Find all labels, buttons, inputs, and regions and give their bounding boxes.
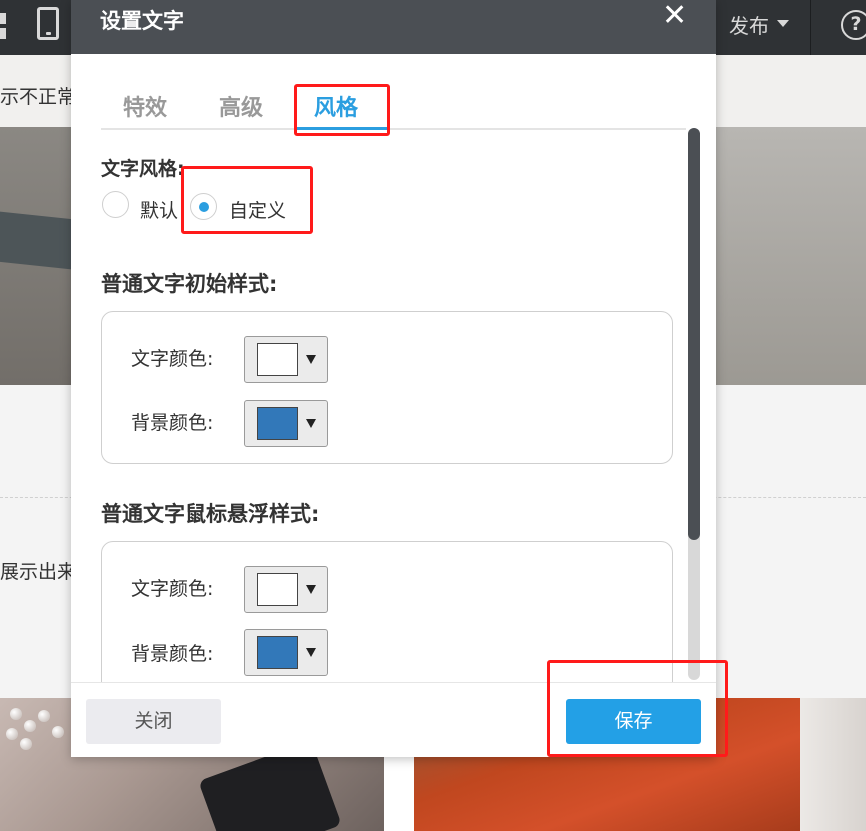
tab-advanced[interactable]: 高级 [219, 90, 263, 122]
settings-tabs: 特效 高级 风格 [101, 54, 686, 130]
dialog-title: 设置文字 [100, 9, 184, 33]
radio-custom-label[interactable]: 自定义 [229, 196, 286, 223]
close-button[interactable]: 关闭 [86, 699, 221, 744]
text-color-picker[interactable] [244, 336, 328, 383]
hover-style-title: 普通文字鼠标悬浮样式: [101, 502, 320, 526]
help-icon[interactable]: ? [841, 10, 866, 40]
tab-style[interactable]: 风格 [314, 90, 358, 122]
content-text: 展示出来 [0, 561, 77, 583]
text-color-label: 文字颜色: [131, 348, 214, 370]
topbar-divider [810, 0, 811, 55]
color-swatch [257, 407, 298, 440]
text-style-label: 文字风格: [101, 158, 185, 180]
hover-bg-color-picker[interactable] [244, 629, 328, 676]
notice-text: 示不正常 [0, 86, 77, 108]
dropdown-caret-icon [306, 419, 316, 428]
hover-bg-color-label: 背景颜色: [131, 643, 214, 665]
radio-selected-dot [199, 202, 209, 212]
mobile-preview-icon[interactable] [37, 7, 59, 40]
hover-text-color-label: 文字颜色: [131, 578, 214, 600]
scrollbar-thumb[interactable] [688, 128, 700, 540]
layout-icon[interactable] [0, 13, 6, 39]
hover-text-color-picker[interactable] [244, 566, 328, 613]
radio-custom[interactable] [190, 193, 217, 220]
bg-color-picker[interactable] [244, 400, 328, 447]
radio-default-label[interactable]: 默认 [140, 196, 178, 223]
dropdown-caret-icon [306, 648, 316, 657]
hover-style-panel: 文字颜色: 背景颜色: [101, 541, 673, 682]
close-icon[interactable]: ✕ [662, 1, 687, 31]
color-swatch [257, 573, 298, 606]
save-button[interactable]: 保存 [566, 699, 701, 744]
dropdown-caret-icon [306, 585, 316, 594]
dialog-scrollbar[interactable] [688, 128, 700, 680]
radio-default[interactable] [102, 191, 129, 218]
text-settings-dialog: 设置文字 ✕ 特效 高级 风格 文字风格: 默认 自定义 普通文字初始样式: 文… [71, 0, 716, 757]
color-swatch [257, 636, 298, 669]
dialog-body: 文字风格: 默认 自定义 普通文字初始样式: 文字颜色: 背景颜色: 普通文字鼠… [71, 130, 716, 682]
dialog-footer: 关闭 保存 [71, 682, 716, 757]
dialog-header: 设置文字 ✕ [71, 0, 716, 54]
tab-effects[interactable]: 特效 [123, 90, 167, 122]
bg-color-label: 背景颜色: [131, 412, 214, 434]
dropdown-caret-icon [306, 355, 316, 364]
color-swatch [257, 343, 298, 376]
publish-menu-button[interactable]: 发布 [729, 10, 769, 39]
normal-style-panel: 文字颜色: 背景颜色: [101, 311, 673, 464]
chevron-down-icon[interactable] [777, 20, 789, 27]
normal-style-title: 普通文字初始样式: [101, 272, 278, 296]
